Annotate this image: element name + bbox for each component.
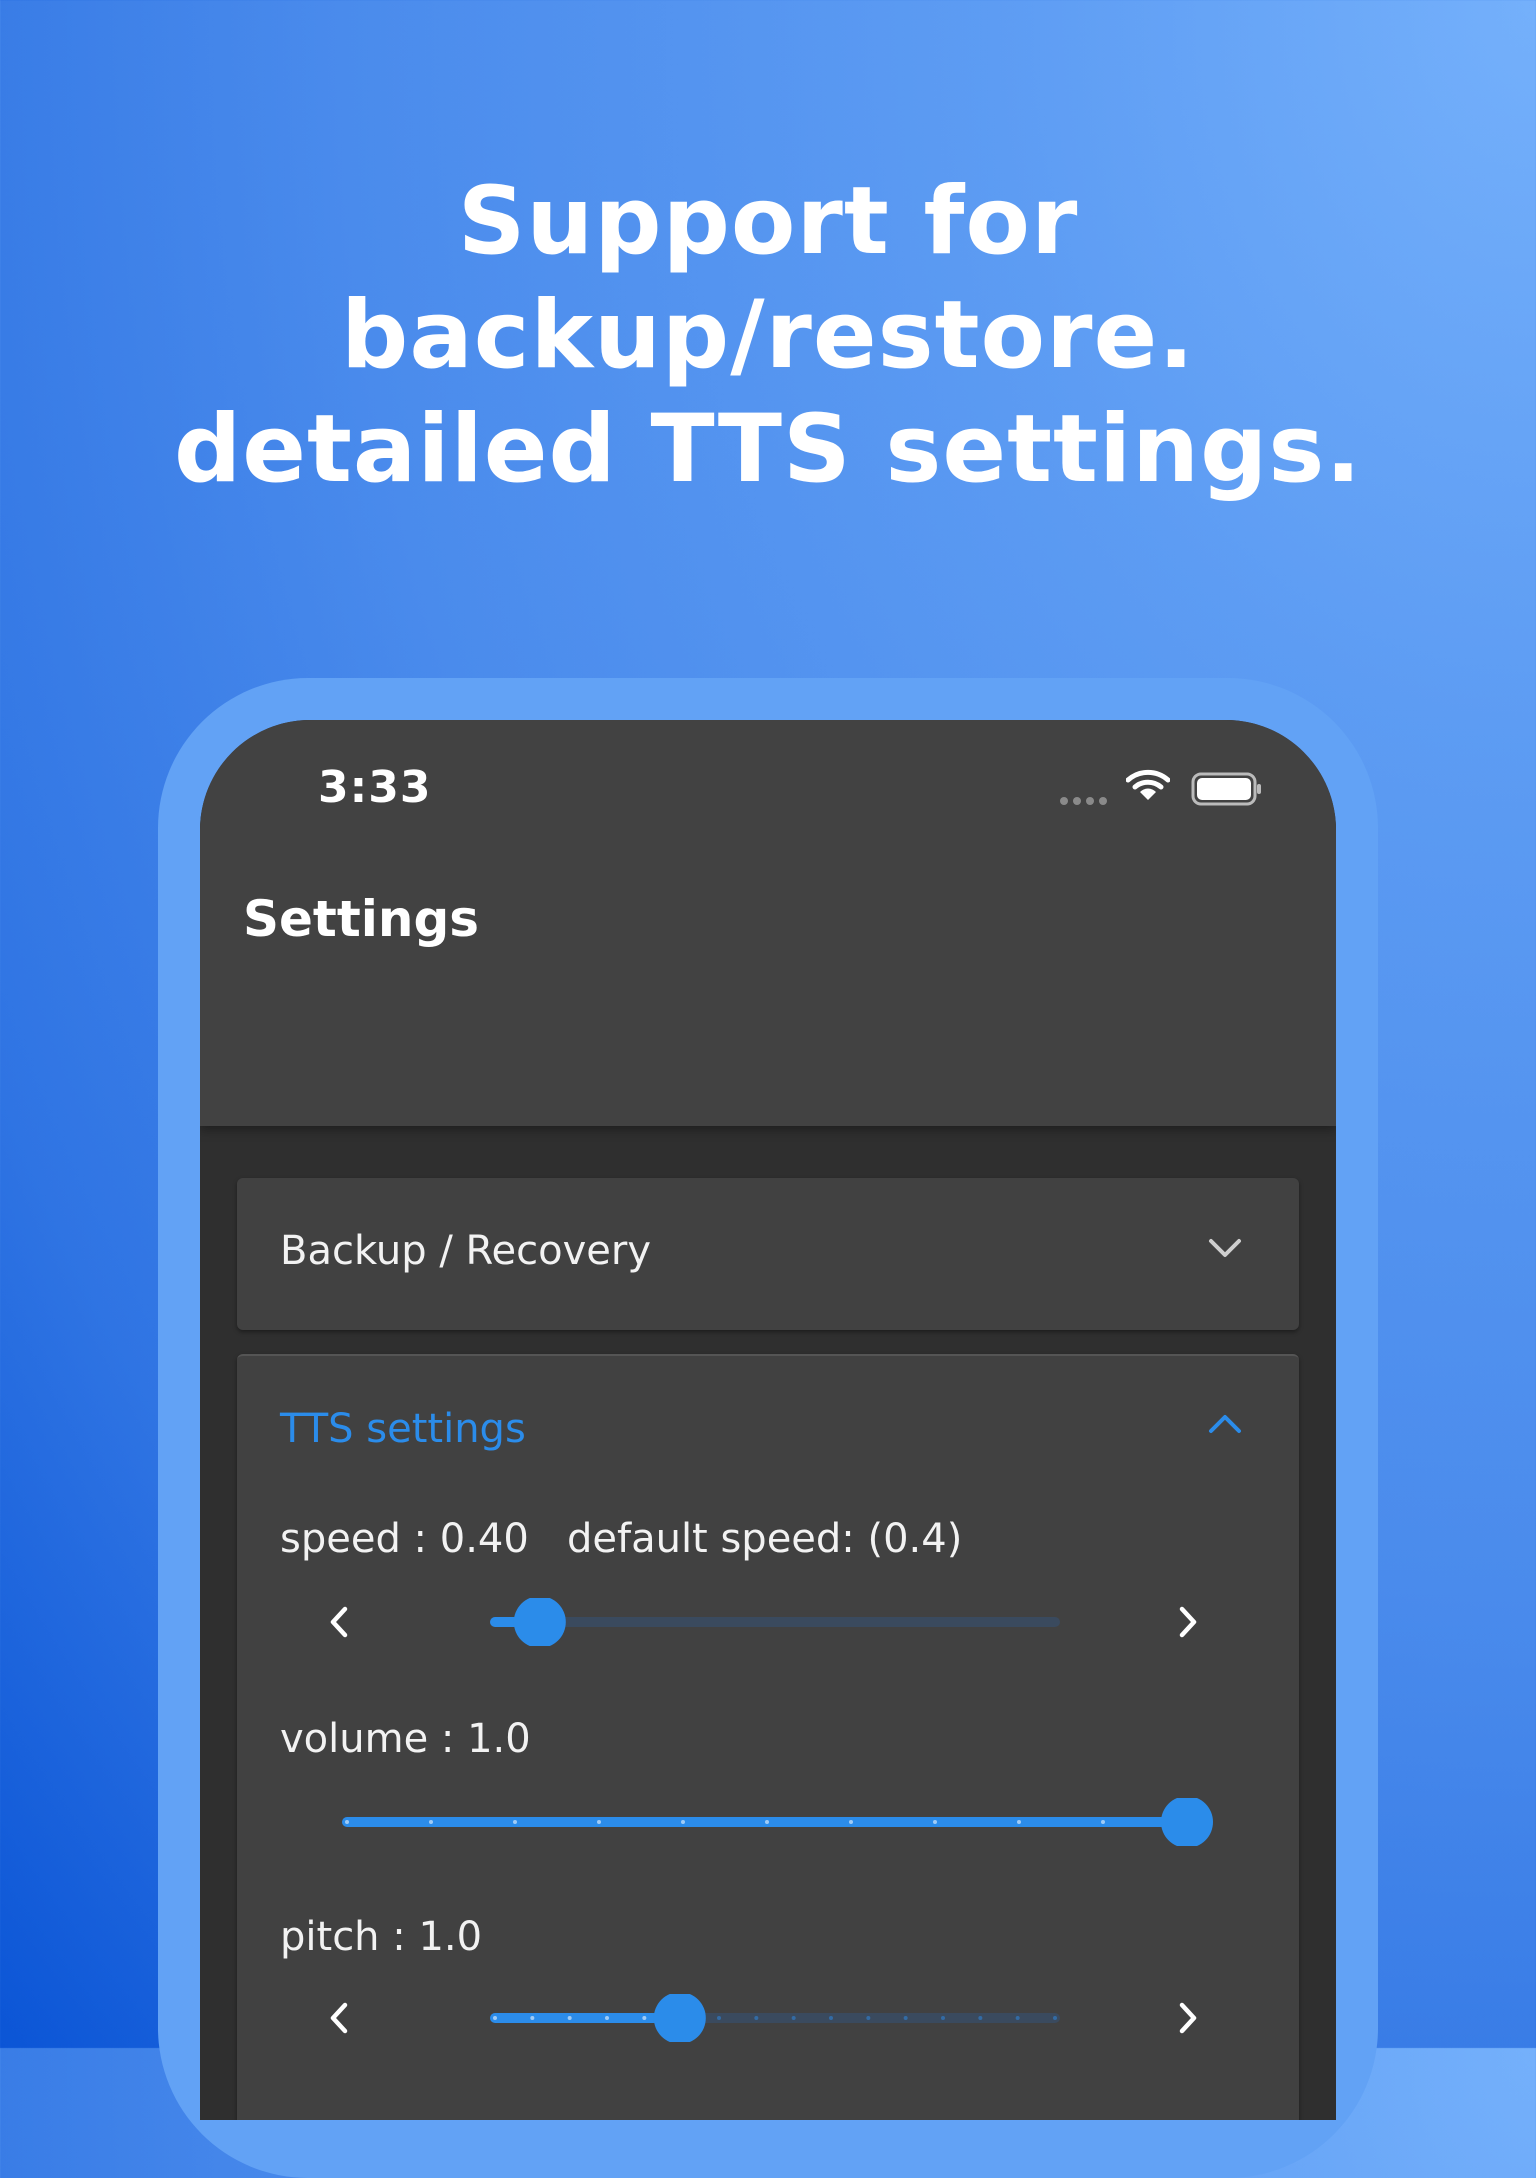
slider-thumb — [653, 1994, 706, 2042]
slider-tick — [681, 1820, 685, 1824]
backup-recovery-panel[interactable]: Backup / Recovery — [237, 1178, 1299, 1330]
slider-tick — [1015, 2016, 1020, 2020]
slider-tick — [605, 2016, 609, 2020]
slider-tick — [513, 1820, 517, 1824]
chevron-left-icon — [330, 1606, 348, 1638]
speed-label: speed : 0.40 — [280, 1516, 529, 1562]
slider-tick — [903, 2016, 908, 2020]
slider-tick — [1053, 2016, 1057, 2020]
chevron-down-icon[interactable] — [1207, 1236, 1243, 1260]
headline-line-2: backup/restore. — [341, 281, 1195, 390]
signal-dots-icon — [1060, 790, 1112, 809]
slider-tick — [866, 2016, 871, 2020]
backup-recovery-label: Backup / Recovery — [280, 1228, 651, 1274]
app-bar: 3:33 Settings — [200, 720, 1336, 1126]
slider-tick — [933, 1820, 937, 1824]
battery-icon — [1191, 772, 1261, 806]
volume-slider[interactable] — [337, 1798, 1217, 1846]
slider-tick — [345, 1820, 349, 1824]
headline-line-1: Support for — [457, 167, 1079, 276]
pitch-decrease-button[interactable] — [309, 1988, 369, 2048]
headline: Support for backup/restore. detailed TTS… — [0, 165, 1536, 507]
slider-tick — [429, 1820, 433, 1824]
slider-tick — [849, 1820, 853, 1824]
slider-tick — [567, 2016, 572, 2020]
slider-tick — [941, 2016, 945, 2020]
slider-tick — [1101, 1820, 1105, 1824]
slider-tick — [493, 2016, 497, 2020]
tts-settings-panel: TTS settings speed : 0.40 default speed:… — [237, 1354, 1299, 2120]
slider-tick — [530, 2016, 535, 2020]
pitch-slider[interactable] — [465, 1994, 1085, 2042]
default-speed-label: default speed: (0.4) — [567, 1516, 963, 1562]
slider-tick — [754, 2016, 759, 2020]
speed-increase-button[interactable] — [1158, 1592, 1218, 1652]
volume-label: volume : 1.0 — [280, 1716, 531, 1762]
headline-line-3: detailed TTS settings. — [173, 395, 1363, 504]
slider-tick — [765, 1820, 769, 1824]
status-time: 3:33 — [318, 762, 432, 813]
slider-tick — [1017, 1820, 1021, 1824]
chevron-left-icon — [330, 2002, 348, 2034]
wifi-icon — [1126, 769, 1170, 800]
speed-decrease-button[interactable] — [309, 1592, 369, 1652]
slider-tick — [597, 1820, 601, 1824]
slider-tick — [791, 2016, 796, 2020]
chevron-right-icon — [1179, 1606, 1197, 1638]
speed-slider[interactable] — [465, 1598, 1085, 1646]
slider-tick — [829, 2016, 833, 2020]
tts-settings-label[interactable]: TTS settings — [280, 1406, 526, 1452]
chevron-up-icon[interactable] — [1207, 1412, 1243, 1436]
slider-tick — [717, 2016, 721, 2020]
pitch-label: pitch : 1.0 — [280, 1914, 483, 1960]
slider-thumb — [1161, 1798, 1213, 1846]
pitch-increase-button[interactable] — [1158, 1988, 1218, 2048]
slider-tick — [642, 2016, 647, 2020]
page-title: Settings — [243, 890, 480, 948]
device-screen: 3:33 Settings Backup / Recovery TTS sett… — [200, 720, 1336, 2120]
slider-thumb — [513, 1598, 566, 1646]
chevron-right-icon — [1179, 2002, 1197, 2034]
status-icons — [1060, 768, 1280, 808]
slider-tick — [978, 2016, 983, 2020]
